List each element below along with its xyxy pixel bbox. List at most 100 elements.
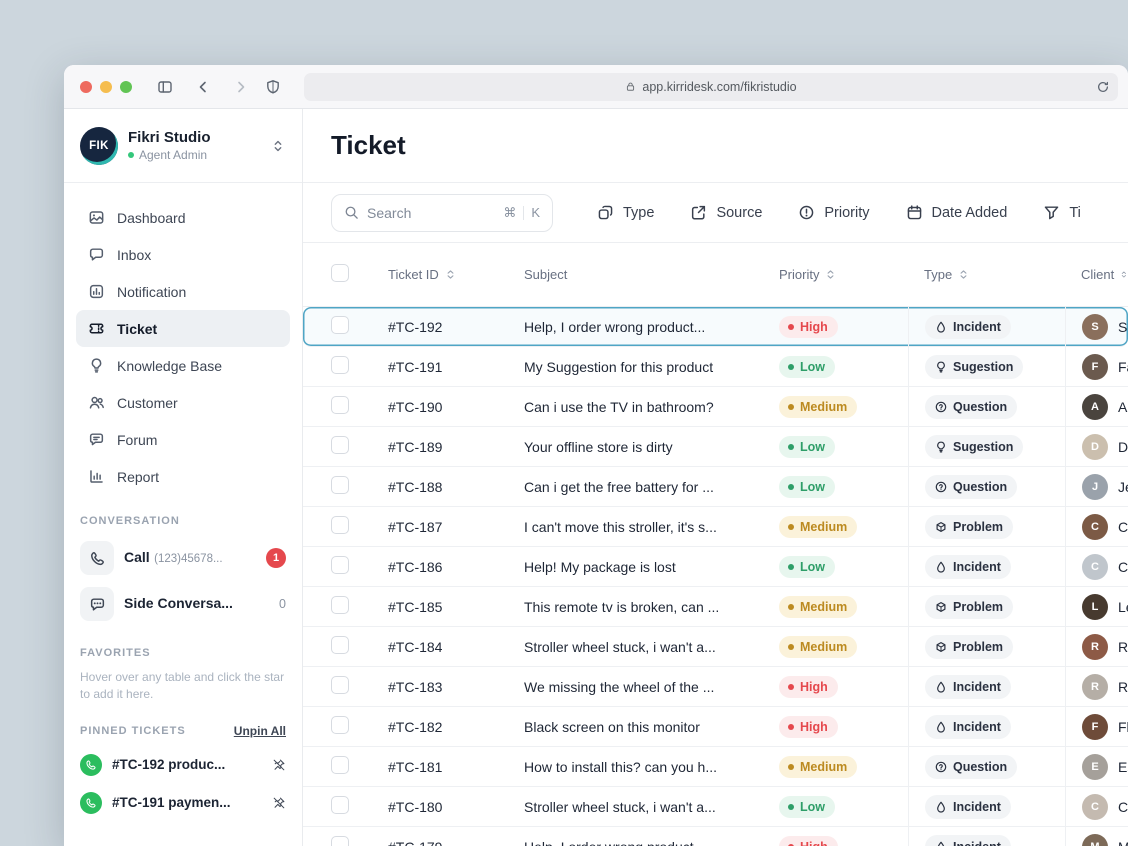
conversation-item-side-conversa[interactable]: Side Conversa... 0 <box>64 581 302 627</box>
client-name: Sa <box>1118 319 1128 335</box>
search-box[interactable]: ⌘ K <box>331 194 553 232</box>
filter-button-source[interactable]: Source <box>690 204 762 221</box>
priority-label: Medium <box>800 400 847 414</box>
client-cell: R Ro <box>1065 627 1128 666</box>
table-row[interactable]: #TC-188 Can i get the free battery for .… <box>303 467 1128 507</box>
table-row[interactable]: #TC-192 Help, I order wrong product... H… <box>303 307 1128 347</box>
client-name: Fa <box>1118 359 1128 375</box>
table-row[interactable]: #TC-182 Black screen on this monitor Hig… <box>303 707 1128 747</box>
table-row[interactable]: #TC-181 How to install this? can you h..… <box>303 747 1128 787</box>
sort-icon[interactable] <box>825 269 836 280</box>
sort-icon[interactable] <box>1120 269 1128 280</box>
sort-icon[interactable] <box>958 269 969 280</box>
type-badge: Incident <box>925 675 1011 699</box>
date-filter-icon <box>906 204 923 221</box>
header-cell-priority[interactable]: Priority <box>759 267 908 282</box>
source-filter-icon <box>690 204 707 221</box>
sidebar-item-notification[interactable]: Notification <box>76 273 290 310</box>
priority-label: Low <box>800 440 825 454</box>
search-input[interactable] <box>367 205 495 221</box>
zoom-button[interactable] <box>120 81 132 93</box>
workspace-meta: Fikri Studio Agent Admin <box>128 129 260 162</box>
priority-badge: Low <box>779 556 835 578</box>
row-checkbox[interactable] <box>331 356 349 374</box>
type-label: Incident <box>953 720 1001 734</box>
pinned-ticket-item[interactable]: #TC-192 produc... <box>64 746 302 784</box>
client-avatar: S <box>1082 314 1108 340</box>
app-body: FIK Fikri Studio Agent Admin Dashboard I… <box>64 109 1128 846</box>
table-row[interactable]: #TC-183 We missing the wheel of the ... … <box>303 667 1128 707</box>
table-row[interactable]: #TC-180 Stroller wheel stuck, i wan't a.… <box>303 787 1128 827</box>
sidebar-item-label: Inbox <box>117 247 151 263</box>
table-row[interactable]: #TC-191 My Suggestion for this product L… <box>303 347 1128 387</box>
priority-badge: Medium <box>779 396 857 418</box>
table-row[interactable]: #TC-186 Help! My package is lost Low Inc… <box>303 547 1128 587</box>
table-row[interactable]: #TC-187 I can't move this stroller, it's… <box>303 507 1128 547</box>
header-cell-ticket-id[interactable]: Ticket ID <box>369 267 501 282</box>
unpin-icon[interactable] <box>272 796 286 810</box>
header-cell-type[interactable]: Type <box>908 243 1065 306</box>
type-label: Problem <box>953 640 1003 654</box>
select-all-checkbox[interactable] <box>331 264 349 282</box>
minimize-button[interactable] <box>100 81 112 93</box>
sidebar-item-inbox[interactable]: Inbox <box>76 236 290 273</box>
filter-button-ti[interactable]: Ti <box>1043 204 1081 221</box>
filter-button-priority[interactable]: Priority <box>798 204 869 221</box>
row-checkbox[interactable] <box>331 476 349 494</box>
client-avatar: F <box>1082 714 1108 740</box>
dashboard-icon <box>88 209 105 226</box>
sidebar-item-ticket[interactable]: Ticket <box>76 310 290 347</box>
sidebar-toggle-icon[interactable] <box>156 78 174 96</box>
priority-dot <box>788 804 794 810</box>
row-checkbox[interactable] <box>331 396 349 414</box>
forward-icon[interactable] <box>232 78 250 96</box>
close-button[interactable] <box>80 81 92 93</box>
filter-button-date-added[interactable]: Date Added <box>906 204 1008 221</box>
sort-icon[interactable] <box>445 269 456 280</box>
type-badge: Incident <box>925 715 1011 739</box>
row-checkbox[interactable] <box>331 836 349 846</box>
sidebar-item-forum[interactable]: Forum <box>76 421 290 458</box>
unpin-all-button[interactable]: Unpin All <box>234 724 286 738</box>
conversation-item-call[interactable]: Call (123)45678... 1 <box>64 535 302 581</box>
table-row[interactable]: #TC-189 Your offline store is dirty Low … <box>303 427 1128 467</box>
main-content: Ticket ⌘ K Type Source Priority <box>303 109 1128 846</box>
client-cell: J Je <box>1065 467 1128 506</box>
row-checkbox[interactable] <box>331 756 349 774</box>
row-checkbox[interactable] <box>331 636 349 654</box>
pinned-ticket-item[interactable]: #TC-191 paymen... <box>64 784 302 822</box>
workspace-switcher[interactable]: FIK Fikri Studio Agent Admin <box>64 109 302 183</box>
header-cell-client[interactable]: Client <box>1065 243 1128 306</box>
client-name: Le <box>1118 599 1128 615</box>
table-row[interactable]: #TC-185 This remote tv is broken, can ..… <box>303 587 1128 627</box>
table-row[interactable]: #TC-184 Stroller wheel stuck, i wan't a.… <box>303 627 1128 667</box>
priority-label: Low <box>800 800 825 814</box>
row-checkbox[interactable] <box>331 316 349 334</box>
conversation-list: Call (123)45678... 1 Side Conversa... 0 <box>64 535 302 627</box>
sidebar-item-dashboard[interactable]: Dashboard <box>76 199 290 236</box>
priority-dot <box>788 564 794 570</box>
sidebar-item-customer[interactable]: Customer <box>76 384 290 421</box>
row-checkbox[interactable] <box>331 796 349 814</box>
row-checkbox[interactable] <box>331 716 349 734</box>
sidebar-item-report[interactable]: Report <box>76 458 290 495</box>
row-checkbox[interactable] <box>331 556 349 574</box>
filter-buttons: Type Source Priority Date Added Ti <box>597 204 1081 221</box>
notification-icon <box>88 283 105 300</box>
subject-cell: Black screen on this monitor <box>501 719 759 735</box>
row-checkbox[interactable] <box>331 596 349 614</box>
shield-icon[interactable] <box>264 78 282 96</box>
row-checkbox[interactable] <box>331 676 349 694</box>
unpin-icon[interactable] <box>272 758 286 772</box>
url-bar[interactable]: app.kirridesk.com/fikristudio <box>304 73 1118 101</box>
table-row[interactable]: #TC-190 Can i use the TV in bathroom? Me… <box>303 387 1128 427</box>
filter-button-type[interactable]: Type <box>597 204 654 221</box>
table-row[interactable]: #TC-179 Help, I order wrong product... H… <box>303 827 1128 846</box>
type-badge: Question <box>925 475 1017 499</box>
priority-label: High <box>800 840 828 846</box>
sidebar-item-knowledge-base[interactable]: Knowledge Base <box>76 347 290 384</box>
row-checkbox[interactable] <box>331 516 349 534</box>
reload-icon[interactable] <box>1096 80 1110 94</box>
row-checkbox[interactable] <box>331 436 349 454</box>
back-icon[interactable] <box>194 78 212 96</box>
